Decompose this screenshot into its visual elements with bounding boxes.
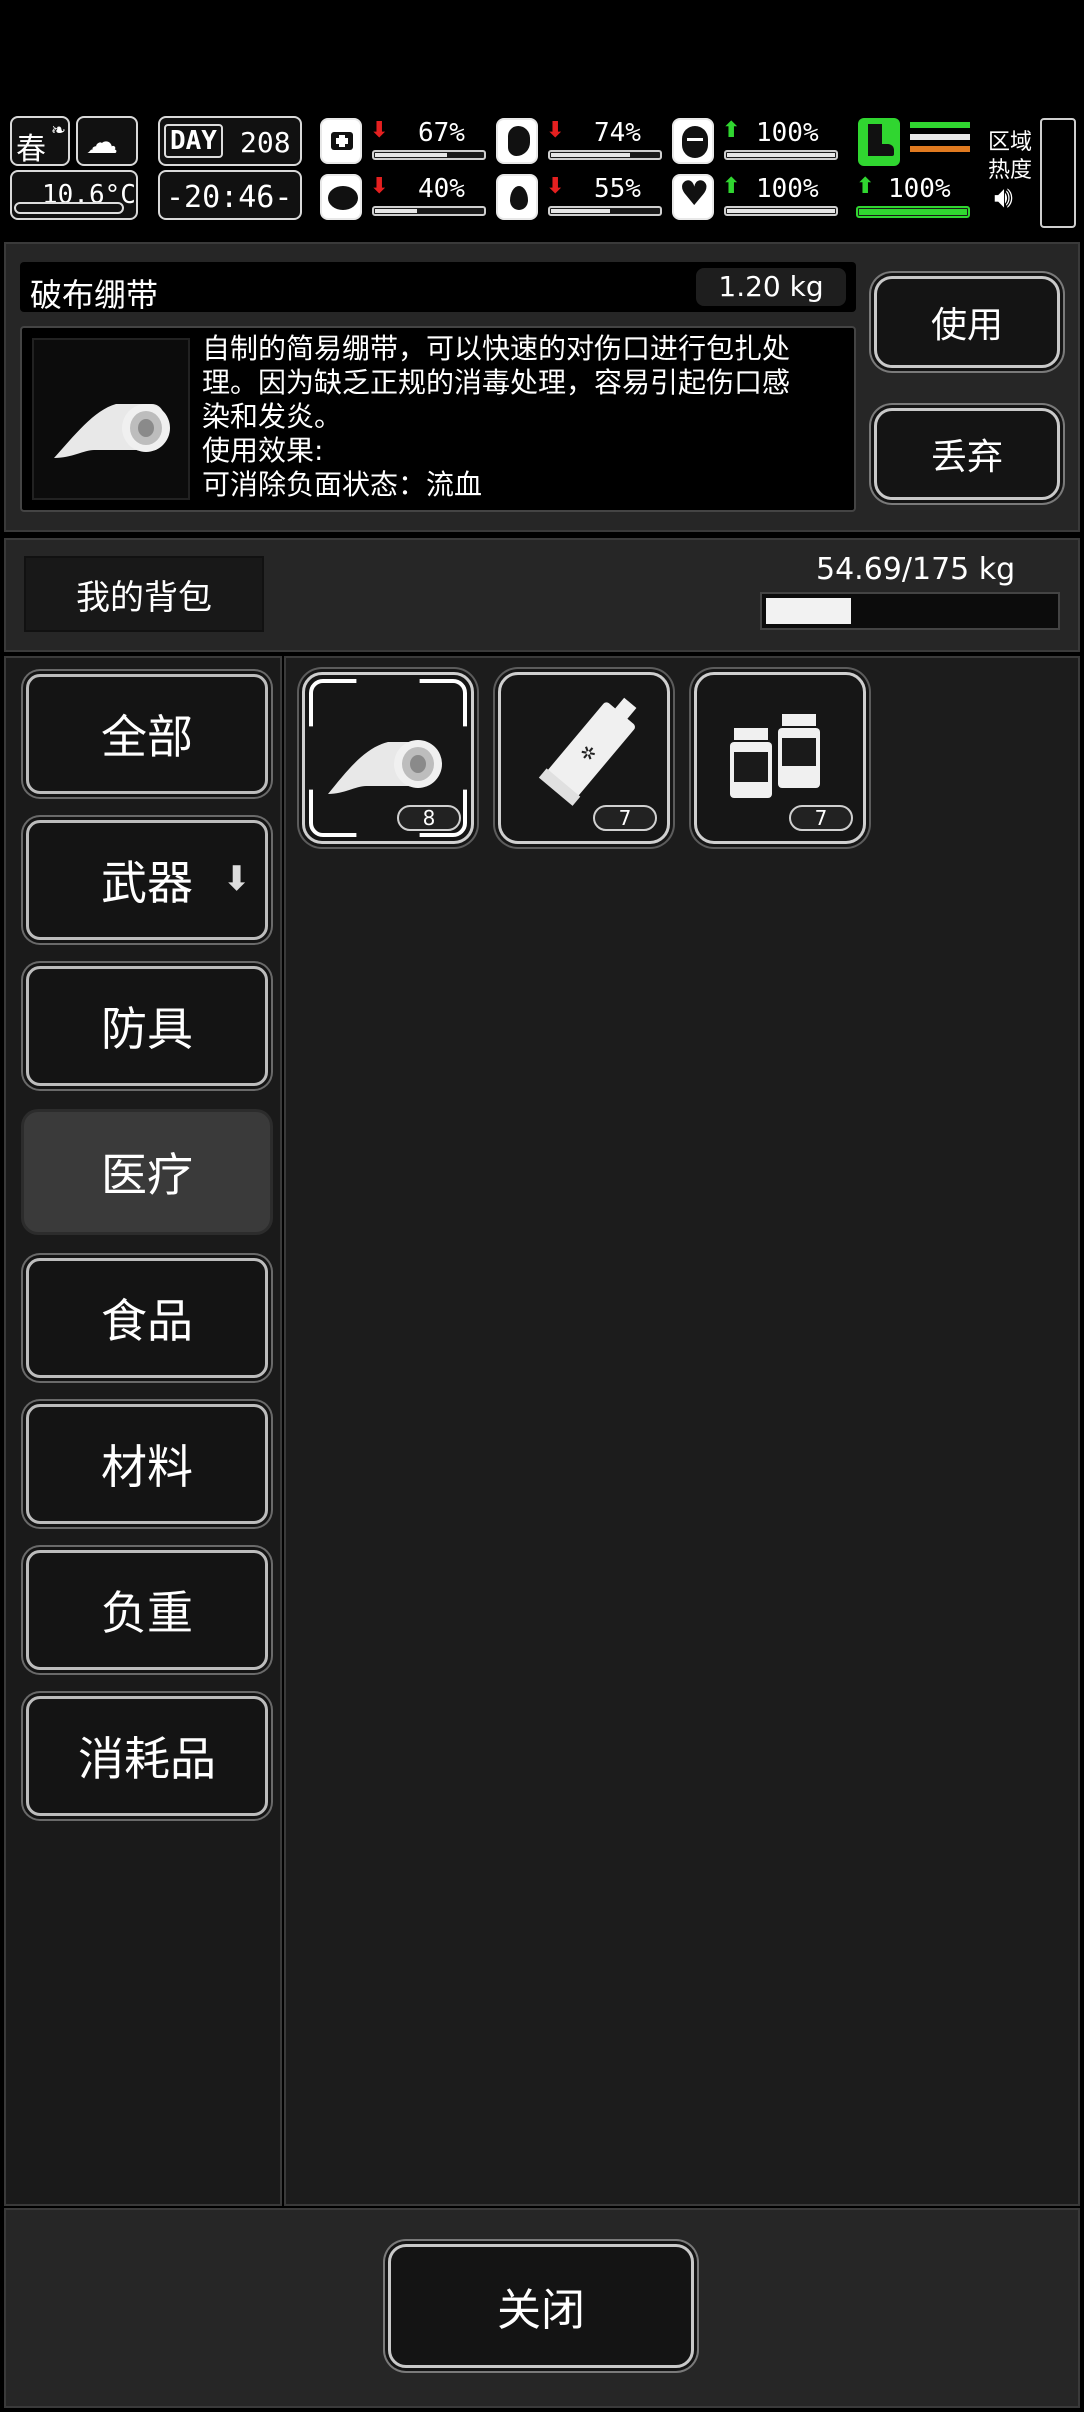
- mood-value: 100%: [756, 118, 819, 148]
- stomach-icon: [496, 118, 538, 164]
- item-name-bar: 破布绷带 1.20 kg: [20, 262, 856, 314]
- item-slot-ointment[interactable]: ✲ 7: [498, 672, 670, 844]
- close-button[interactable]: 关闭: [388, 2244, 694, 2368]
- heart-value: 100%: [756, 174, 819, 204]
- stamina-bar: [856, 206, 970, 218]
- weather-box: ☁: [76, 116, 138, 166]
- day-label: DAY: [164, 124, 223, 158]
- brain-mood-icon: [672, 118, 714, 164]
- thirst-trend-down-icon: ⬇: [546, 174, 565, 199]
- item-image-frame: [32, 338, 190, 500]
- medkit-icon: [320, 118, 362, 164]
- category-consumables[interactable]: 消耗品: [26, 1696, 268, 1816]
- item-detail-panel: 破布绷带 1.20 kg 自制的简易绷带，可以快速的对伤口进行包扎处 理。因为缺…: [4, 242, 1080, 532]
- clock-value: -20:46-: [166, 180, 293, 215]
- category-armor[interactable]: 防具: [26, 966, 268, 1086]
- season-label: 春: [16, 132, 46, 167]
- category-materials[interactable]: 材料: [26, 1404, 268, 1524]
- arrow-down-icon: ⬇: [222, 859, 252, 899]
- stamina-level-lines: [910, 122, 970, 162]
- item-description-box: 自制的简易绷带，可以快速的对伤口进行包扎处 理。因为缺乏正规的消毒处理，容易引起…: [20, 326, 856, 512]
- category-sidebar: 全部 武器 ⬇ 防具 医疗 食品 材料 负重 消耗品: [4, 656, 282, 2206]
- immunity-bar: [372, 206, 486, 216]
- clock-box: -20:46-: [158, 170, 302, 220]
- stamina-trend-up-icon: ⬆: [856, 174, 875, 199]
- item-name: 破布绷带: [30, 276, 159, 314]
- hunger-bar: [548, 150, 662, 160]
- immunity-value: 40%: [418, 174, 465, 204]
- item-slot-bandage[interactable]: 8: [302, 672, 474, 844]
- virus-immunity-icon: [320, 174, 362, 220]
- status-hud: 春 ❧ ☁ 10.6°C DAY 208 -20:46- ⬇ 67% ⬇ 74%…: [0, 110, 1084, 230]
- mood-bar: [724, 150, 838, 160]
- heart-bar: [724, 206, 838, 216]
- bandage-icon: [54, 404, 170, 458]
- health-bar: [372, 150, 486, 160]
- item-weight: 1.20 kg: [718, 270, 824, 303]
- item-slot-medicine-bottles[interactable]: 7: [694, 672, 866, 844]
- use-button[interactable]: 使用: [874, 276, 1060, 368]
- speaker-icon[interactable]: 🔊︎: [994, 180, 1013, 215]
- heart-trend-up-icon: ⬆: [722, 174, 741, 199]
- item-weight-box: 1.20 kg: [696, 268, 846, 306]
- day-box: DAY 208: [158, 116, 302, 166]
- backpack-capacity: 54.69/175 kg: [816, 552, 1016, 587]
- season-box: 春 ❧: [10, 116, 70, 167]
- water-drop-icon: [496, 174, 538, 220]
- mood-trend-up-icon: ⬆: [722, 118, 741, 143]
- category-food[interactable]: 食品: [26, 1258, 268, 1378]
- use-button-label: 使用: [930, 305, 1003, 346]
- immunity-trend-down-icon: ⬇: [370, 174, 389, 199]
- health-trend-down-icon: ⬇: [370, 118, 389, 143]
- category-carry[interactable]: 负重: [26, 1550, 268, 1670]
- health-value: 67%: [418, 118, 465, 148]
- hunger-value: 74%: [594, 118, 641, 148]
- discard-button[interactable]: 丢弃: [874, 408, 1060, 500]
- backpack-header: 我的背包 54.69/175 kg: [4, 538, 1080, 652]
- category-all[interactable]: 全部: [26, 674, 268, 794]
- backpack-title-box: 我的背包: [24, 556, 264, 632]
- heart-icon: ♥: [672, 174, 714, 220]
- item-description: 自制的简易绷带，可以快速的对伤口进行包扎处 理。因为缺乏正规的消毒处理，容易引起…: [202, 332, 791, 501]
- item-count: 7: [593, 805, 657, 831]
- stamina-value: 100%: [888, 174, 951, 204]
- leaf-icon: ❧: [50, 120, 66, 141]
- close-button-label: 关闭: [497, 2285, 585, 2336]
- item-count: 8: [397, 805, 461, 831]
- thirst-bar: [548, 206, 662, 216]
- thirst-value: 55%: [594, 174, 641, 204]
- item-grid: [284, 656, 1080, 2206]
- item-count: 7: [789, 805, 853, 831]
- backpack-title: 我的背包: [76, 577, 212, 618]
- boot-stamina-icon: [858, 118, 900, 166]
- backpack-load-bar: [760, 592, 1060, 630]
- rain-cloud-icon: ☁: [86, 123, 118, 161]
- hunger-trend-down-icon: ⬇: [546, 118, 565, 143]
- zone-heat-meter: [1040, 118, 1076, 228]
- temperature-box: 10.6°C: [10, 170, 138, 220]
- backpack-load-fill: [766, 598, 851, 624]
- discard-button-label: 丢弃: [930, 437, 1003, 478]
- category-weapons[interactable]: 武器 ⬇: [26, 820, 268, 940]
- thermometer-icon: [14, 202, 124, 214]
- day-number: 208: [240, 126, 291, 159]
- category-medical[interactable]: 医疗: [24, 1112, 270, 1232]
